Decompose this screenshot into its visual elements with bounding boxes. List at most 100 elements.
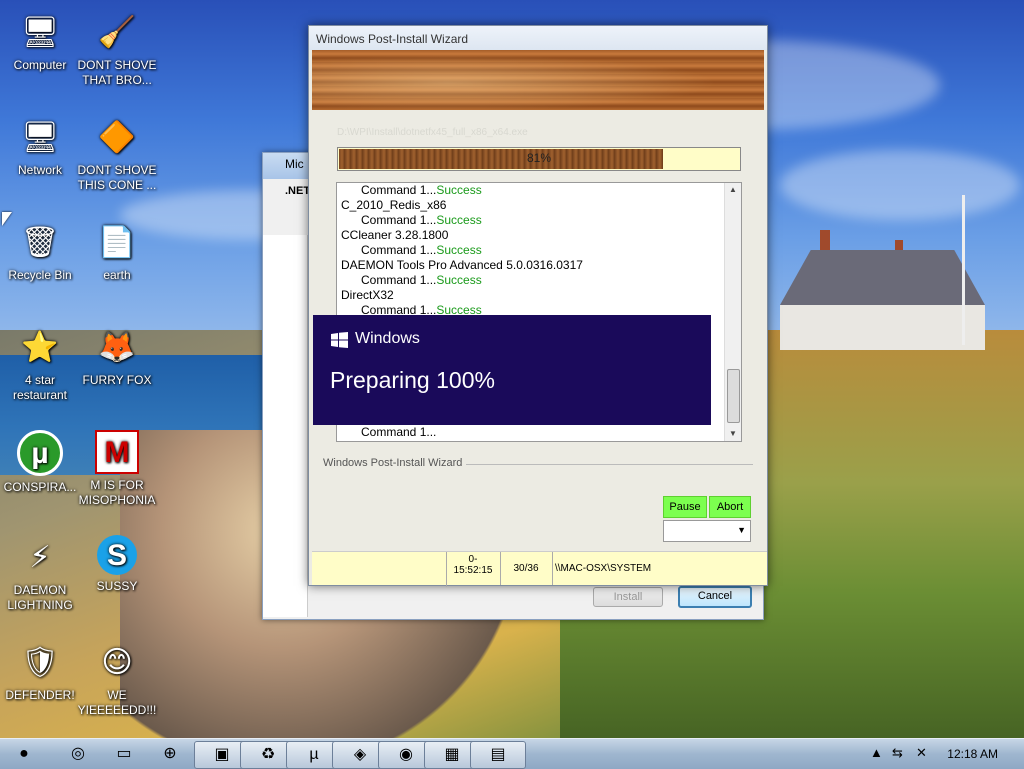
taskbar-clock[interactable]: 12:18 AM	[947, 747, 998, 761]
group-box-label: Windows Post-Install Wizard	[323, 457, 467, 469]
progress-percent: 81%	[526, 151, 552, 165]
log-line: Command 1...Success	[337, 243, 741, 258]
windows-brand-label: Windows	[355, 330, 420, 347]
desktop-icon-4-star-restaurant[interactable]: ⭐ 4 star restaurant	[0, 325, 80, 403]
utorrent-icon: µ	[17, 430, 63, 476]
tray-expand-icon[interactable]: ▲	[870, 745, 883, 760]
log-line: CCleaner 3.28.1800	[337, 228, 741, 243]
desktop-icon-utorrent[interactable]: µ CONSPIRA...	[0, 430, 80, 495]
ccleaner-icon: 🧹	[98, 15, 136, 49]
post-install-wizard-window: Windows Post-Install Wizard D:\WPI\Insta…	[308, 25, 768, 587]
log-line: Command 1...Success	[337, 213, 741, 228]
taskbar-ie-icon[interactable]: ◎	[56, 741, 100, 767]
desktop-icon-network[interactable]: 🖥 Network	[0, 115, 80, 178]
desktop-icon-label: Computer	[13, 58, 67, 72]
desktop-icon-label: earth	[103, 268, 131, 282]
document-icon: 📄	[98, 225, 136, 259]
taskbar-folder-icon[interactable]: ▭	[102, 741, 146, 767]
log-line: C_2010_Redis_x86	[337, 198, 741, 213]
malwarebytes-icon: M	[95, 430, 139, 474]
desktop-icon-label: 4 star restaurant	[12, 373, 68, 402]
desktop-icon-earth[interactable]: 📄 earth	[77, 220, 157, 283]
star-icon: ⭐	[21, 330, 59, 364]
dialog-side-pane	[263, 235, 308, 617]
scroll-down-icon[interactable]: ▼	[725, 427, 741, 441]
pause-button[interactable]: Pause	[663, 496, 707, 518]
log-line: DAEMON Tools Pro Advanced 5.0.0316.0317	[337, 258, 741, 273]
dotnet-label: .NET	[285, 185, 311, 197]
cancel-button[interactable]: Cancel	[678, 586, 752, 608]
mouse-cursor-icon	[2, 212, 12, 226]
desktop-icon-label: SUSSY	[96, 579, 138, 593]
log-last-line: Command 1...	[361, 425, 437, 439]
wallpaper-cloud	[780, 150, 1020, 220]
firefox-icon: 🦊	[98, 330, 136, 364]
computer-icon: 🖥	[20, 15, 60, 49]
shield-icon: 🛡	[20, 645, 60, 679]
smiley-icon: 😊	[101, 645, 133, 679]
log-line: DirectX32	[337, 288, 741, 303]
status-time-line2: 15:52:15	[453, 565, 493, 576]
wizard-banner	[312, 50, 764, 110]
wallpaper-house	[780, 230, 985, 350]
log-line-status: Success	[436, 273, 482, 287]
desktop-icon-label: WE YIEEEEEDD!!!	[77, 688, 157, 717]
log-line-text: Command 1...	[361, 243, 437, 257]
desktop-icon-label: DEFENDER!	[5, 688, 75, 702]
desktop-icon-label: FURRY FOX	[82, 373, 152, 387]
log-line-status: Success	[436, 243, 482, 257]
desktop-icon-yahoo-messenger[interactable]: 😊 WE YIEEEEEDD!!!	[77, 640, 157, 718]
log-line: Command 1...Success	[337, 183, 741, 198]
desktop-icon-recycle-bin[interactable]: 🗑 Recycle Bin	[0, 220, 80, 283]
network-icon: 🖥	[20, 120, 60, 154]
windows-preparing-overlay: Windows Preparing 100%	[313, 315, 711, 425]
log-scrollbar[interactable]: ▲ ▼	[724, 183, 741, 441]
wizard-status-bar: 0- 15:52:15 30/36 \\MAC-OSX\SYSTEM	[312, 551, 767, 587]
taskbar-wizard-button[interactable]: ▤	[470, 741, 526, 769]
desktop-icon-label: DONT SHOVE THAT BRO...	[77, 58, 157, 87]
status-elapsed-time: 0- 15:52:15	[446, 552, 499, 587]
install-progress-bar: 81%	[337, 147, 741, 171]
start-apple-icon[interactable]: ●	[4, 741, 44, 767]
skype-icon: S	[97, 535, 137, 575]
desktop-icon-vlc[interactable]: 🔶 DONT SHOVE THIS CONE ...	[77, 115, 157, 193]
desktop-icon-label: M IS FOR MISOPHONIA	[78, 478, 156, 507]
status-count: 30/36	[500, 552, 551, 585]
desktop-icon-skype[interactable]: S SUSSY	[77, 535, 157, 594]
status-time-line1: 0-	[468, 554, 478, 565]
desktop-icon-defender[interactable]: 🛡 DEFENDER!	[0, 640, 80, 703]
abort-button[interactable]: Abort	[709, 496, 751, 518]
scroll-thumb[interactable]	[727, 369, 740, 423]
desktop-icon-label: DONT SHOVE THIS CONE ...	[77, 163, 157, 192]
tray-network-icon[interactable]: ⇆	[892, 745, 903, 761]
wizard-dropdown[interactable]: ▼	[663, 520, 751, 542]
log-line-status: Success	[436, 213, 482, 227]
desktop-icon-daemon-tools[interactable]: ⚡ DAEMON LIGHTNING	[0, 535, 80, 613]
wallpaper-flagpole	[962, 195, 965, 345]
taskbar-search-icon[interactable]: ⊕	[148, 741, 192, 767]
desktop-icon-firefox[interactable]: 🦊 FURRY FOX	[77, 325, 157, 388]
desktop-icon-malwarebytes[interactable]: M M IS FOR MISOPHONIA	[77, 430, 157, 508]
windows-logo-icon	[331, 332, 348, 348]
current-install-path: D:\WPI\Install\dotnetfx45_full_x86_x64.e…	[337, 127, 528, 138]
log-line-text: C_2010_Redis_x86	[341, 198, 447, 212]
log-line-text: DirectX32	[341, 288, 394, 302]
log-line: Command 1...Success	[337, 273, 741, 288]
log-line-text: Command 1...	[361, 213, 437, 227]
log-line-text: Command 1...	[361, 273, 437, 287]
desktop-icon-computer[interactable]: 🖥 Computer	[0, 10, 80, 73]
desktop-icon-label: DAEMON LIGHTNING	[7, 583, 73, 612]
tray-volume-muted-icon[interactable]: ✕	[916, 745, 927, 761]
scroll-up-icon[interactable]: ▲	[725, 183, 741, 197]
log-line-status: Success	[436, 183, 482, 197]
desktop-icon-label: CONSPIRA...	[3, 480, 77, 494]
desktop-icon-ccleaner[interactable]: 🧹 DONT SHOVE THAT BRO...	[77, 10, 157, 88]
taskbar: ● ◎ ▭ ⊕ ▣ ♻ µ ◈ ◉ ▦ ▤ ▲ ⇆ ✕ 12:18 AM	[0, 738, 1024, 769]
status-machine: \\MAC-OSX\SYSTEM	[552, 552, 755, 585]
log-line-text: CCleaner 3.28.1800	[341, 228, 449, 242]
log-line-text: Command 1...	[361, 183, 437, 197]
desktop-icon-label: Recycle Bin	[8, 268, 72, 282]
vlc-cone-icon: 🔶	[98, 120, 136, 154]
log-line-text: DAEMON Tools Pro Advanced 5.0.0316.0317	[341, 258, 583, 272]
install-button[interactable]: Install	[593, 587, 663, 607]
